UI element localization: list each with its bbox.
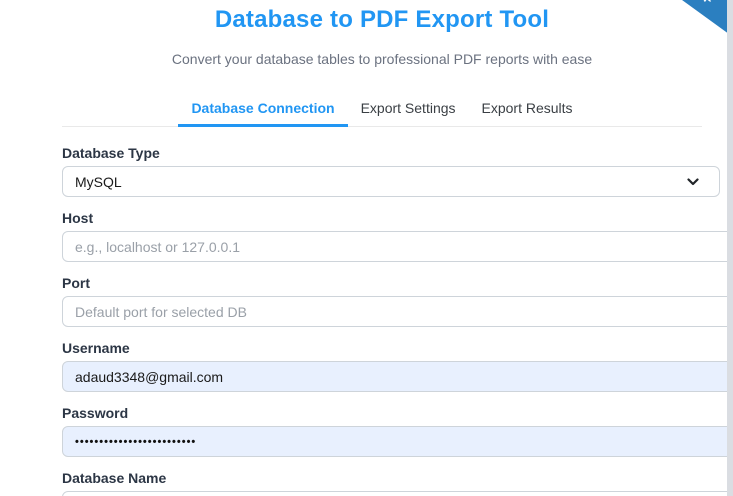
tab-export-results[interactable]: Export Results [469,94,586,127]
database-name-field: Database Name [62,470,727,496]
page-subtitle: Convert your database tables to professi… [171,51,593,67]
database-type-label: Database Type [62,145,160,161]
password-input[interactable] [62,426,727,457]
host-field: Host [62,210,727,262]
tab-export-settings[interactable]: Export Settings [348,94,469,127]
page: PDF Database to PDF Export Tool Convert … [0,0,727,496]
username-input[interactable] [62,361,727,392]
username-field: Username [62,340,727,392]
scrollbar[interactable] [727,0,733,496]
database-name-label: Database Name [62,470,167,486]
tab-bar: Database Connection Export Settings Expo… [62,94,702,127]
database-type-select[interactable]: MySQL [62,166,720,197]
tab-database-connection[interactable]: Database Connection [178,94,348,127]
database-name-input[interactable] [62,491,727,496]
port-input[interactable] [62,296,727,327]
host-label: Host [62,210,94,226]
username-label: Username [62,340,130,356]
port-label: Port [62,275,90,291]
database-type-select-wrap: MySQL [62,166,720,197]
main-container: Database to PDF Export Tool Convert your… [62,6,727,496]
password-field: Password [62,405,727,457]
app-viewport: PDF Database to PDF Export Tool Convert … [0,0,733,496]
password-label: Password [62,405,129,421]
database-type-field: Database Type MySQL [62,145,720,197]
connection-form: Database Type MySQL Host Por [62,145,727,496]
host-input[interactable] [62,231,727,262]
page-title: Database to PDF Export Tool [214,6,550,33]
port-field: Port [62,275,727,327]
